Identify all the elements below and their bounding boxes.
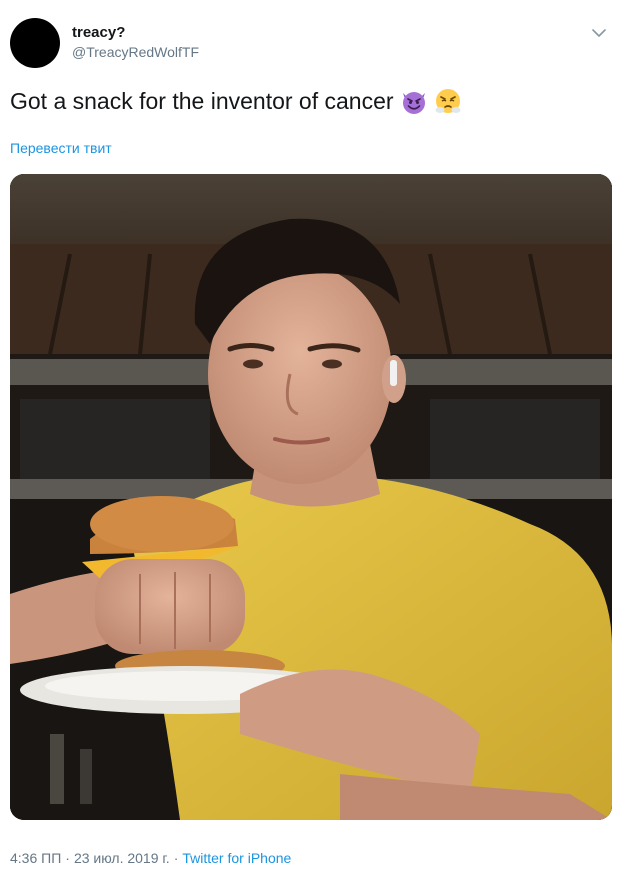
tweet-date[interactable]: 23 июл. 2019 г. bbox=[74, 850, 170, 866]
meta-separator: · bbox=[173, 850, 179, 866]
tweet-source-link[interactable]: Twitter for iPhone bbox=[182, 850, 291, 866]
tweet-card: treacy? @TreacyRedWolfTF Got a snack for… bbox=[0, 0, 620, 880]
tweet-text-row: Got a snack for the inventor of cancer bbox=[10, 86, 610, 116]
meta-separator: · bbox=[65, 850, 70, 866]
chevron-down-icon[interactable] bbox=[588, 22, 610, 44]
smiling-devil-emoji bbox=[400, 87, 428, 115]
tweet-time[interactable]: 4:36 ПП bbox=[10, 850, 61, 866]
steam-from-nose-emoji bbox=[434, 87, 462, 115]
user-names[interactable]: treacy? @TreacyRedWolfTF bbox=[72, 24, 199, 61]
translate-tweet-link[interactable]: Перевести твит bbox=[10, 140, 112, 156]
display-name[interactable]: treacy? bbox=[72, 24, 199, 42]
tweet-photo[interactable] bbox=[10, 174, 612, 820]
photo-illustration bbox=[10, 174, 612, 820]
user-handle[interactable]: @TreacyRedWolfTF bbox=[72, 43, 199, 61]
tweet-meta: 4:36 ПП · 23 июл. 2019 г. · Twitter for … bbox=[10, 850, 291, 866]
avatar[interactable] bbox=[10, 18, 60, 68]
tweet-text: Got a snack for the inventor of cancer bbox=[10, 88, 394, 114]
tweet-header: treacy? @TreacyRedWolfTF bbox=[10, 18, 610, 70]
